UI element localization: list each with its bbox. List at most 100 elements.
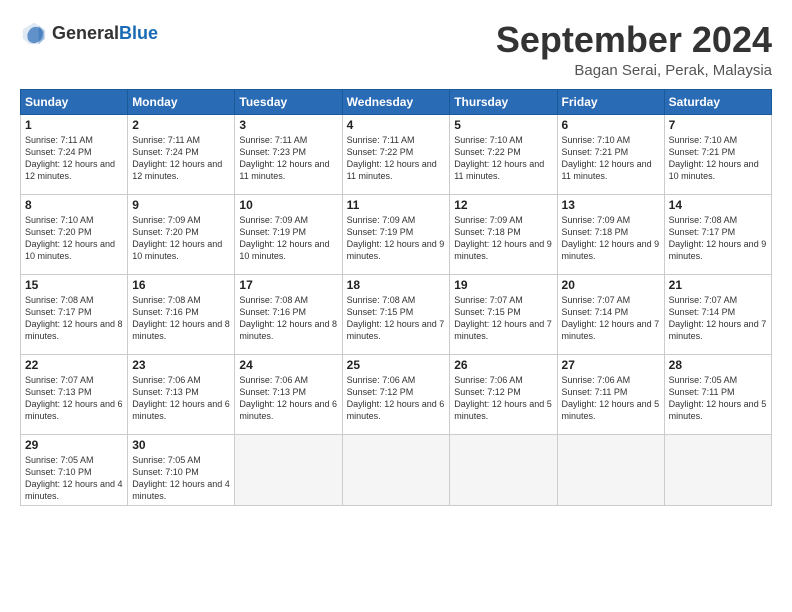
day-number: 13: [562, 198, 660, 212]
table-row: [342, 434, 450, 506]
sunset-text: Sunset: 7:23 PM: [239, 147, 306, 157]
calendar-header-row: Sunday Monday Tuesday Wednesday Thursday…: [21, 89, 772, 114]
sunrise-text: Sunrise: 7:11 AM: [239, 135, 307, 145]
logo-blue: Blue: [119, 24, 158, 44]
page: GeneralBlue September 2024 Bagan Serai, …: [0, 0, 792, 516]
sunset-text: Sunset: 7:10 PM: [25, 467, 92, 477]
day-number: 11: [347, 198, 446, 212]
table-row: 22 Sunrise: 7:07 AMSunset: 7:13 PMDayligh…: [21, 354, 128, 434]
day-info: Sunrise: 7:11 AM Sunset: 7:23 PM Daylight:…: [239, 134, 337, 183]
day-info: Sunrise: 7:11 AM Sunset: 7:24 PM Daylight:…: [132, 134, 230, 183]
day-info: Sunrise: 7:11 AMSunset: 7:24 PMDaylight:…: [25, 134, 123, 183]
sunset-text: Sunset: 7:14 PM: [669, 307, 736, 317]
table-row: 23Sunrise: 7:06 AMSunset: 7:13 PMDayligh…: [128, 354, 235, 434]
sunset-text: Sunset: 7:24 PM: [132, 147, 199, 157]
sunrise-text: Sunrise: 7:06 AM: [239, 375, 308, 385]
table-row: 8Sunrise: 7:10 AMSunset: 7:20 PMDaylight…: [21, 194, 128, 274]
sunrise-text: Sunrise: 7:10 AM: [25, 215, 94, 225]
sunset-text: Sunset: 7:22 PM: [454, 147, 521, 157]
day-number: 17: [239, 278, 337, 292]
sunrise-text: Sunrise: 7:06 AM: [454, 375, 523, 385]
table-row: 1Sunrise: 7:11 AMSunset: 7:24 PMDaylight…: [21, 114, 128, 194]
table-row: 16Sunrise: 7:08 AMSunset: 7:16 PMDayligh…: [128, 274, 235, 354]
col-friday: Friday: [557, 89, 664, 114]
day-number: 26: [454, 358, 552, 372]
sunset-text: Sunset: 7:11 PM: [562, 387, 628, 397]
daylight-text: Daylight: 12 hours and 10 minutes.: [239, 239, 329, 261]
daylight-text: Daylight: 12 hours and 11 minutes.: [239, 159, 329, 181]
day-number: 30: [132, 438, 230, 452]
daylight-text: Daylight: 12 hours and 10 minutes.: [132, 239, 222, 261]
day-info: Sunrise: 7:09 AMSunset: 7:18 PMDaylight:…: [562, 214, 660, 263]
sunrise-text: Sunrise: 7:10 AM: [562, 135, 631, 145]
table-row: 2Sunrise: 7:11 AMSunset: 7:24 PMDaylight…: [128, 114, 235, 194]
table-row: 3 Sunrise: 7:11 AM Sunset: 7:23 PM Daylight…: [235, 114, 342, 194]
sunrise-text: Sunrise: 7:08 AM: [669, 215, 738, 225]
daylight-text: Daylight: 12 hours and 10 minutes.: [25, 239, 115, 261]
daylight-text: Daylight: 12 hours and 11 minutes.: [562, 159, 652, 181]
sunset-text: Sunset: 7:18 PM: [562, 227, 629, 237]
daylight-text: Daylight: 12 hours and 10 minutes.: [669, 159, 759, 181]
col-sunday: Sunday: [21, 89, 128, 114]
day-info: Sunrise: 7:06 AMSunset: 7:12 PMDaylight:…: [347, 374, 446, 423]
logo: GeneralBlue: [20, 20, 158, 48]
table-row: 7Sunrise: 7:10 AMSunset: 7:21 PMDaylight…: [664, 114, 771, 194]
table-row: 10Sunrise: 7:09 AMSunset: 7:19 PMDayligh…: [235, 194, 342, 274]
month-title: September 2024: [496, 20, 772, 60]
sunset-text: Sunset: 7:16 PM: [239, 307, 306, 317]
day-info: Sunrise: 7:08 AMSunset: 7:17 PMDaylight:…: [669, 214, 767, 263]
table-row: 28Sunrise: 7:05 AMSunset: 7:11 PMDayligh…: [664, 354, 771, 434]
calendar-week-row: 29Sunrise: 7:05 AMSunset: 7:10 PMDayligh…: [21, 434, 772, 506]
sunrise-text: Sunrise: 7:09 AM: [454, 215, 523, 225]
sunrise-text: Sunrise: 7:07 AM: [454, 295, 523, 305]
day-info: Sunrise: 7:07 AMSunset: 7:14 PMDaylight:…: [562, 294, 660, 343]
table-row: 9Sunrise: 7:09 AMSunset: 7:20 PMDaylight…: [128, 194, 235, 274]
table-row: 6Sunrise: 7:10 AMSunset: 7:21 PMDaylight…: [557, 114, 664, 194]
day-info: Sunrise: 7:08 AMSunset: 7:15 PMDaylight:…: [347, 294, 446, 343]
sunset-text: Sunset: 7:10 PM: [132, 467, 199, 477]
day-info: Sunrise: 7:09 AMSunset: 7:19 PMDaylight:…: [239, 214, 337, 263]
daylight-text: Daylight: 12 hours and 8 minutes.: [239, 319, 337, 341]
sunrise-text: Sunrise: 7:06 AM: [562, 375, 631, 385]
sunset-text: Sunset: 7:12 PM: [454, 387, 521, 397]
daylight-text: Daylight: 12 hours and 6 minutes.: [132, 399, 230, 421]
daylight-text: Daylight: 12 hours and 5 minutes.: [669, 399, 767, 421]
day-number: 12: [454, 198, 552, 212]
table-row: 26Sunrise: 7:06 AMSunset: 7:12 PMDayligh…: [450, 354, 557, 434]
day-info: Sunrise: 7:11 AMSunset: 7:22 PMDaylight:…: [347, 134, 446, 183]
calendar-week-row: 15Sunrise: 7:08 AMSunset: 7:17 PMDayligh…: [21, 274, 772, 354]
day-info: Sunrise: 7:07 AMSunset: 7:13 PMDaylight:…: [25, 374, 123, 423]
day-number: 9: [132, 198, 230, 212]
daylight-text: Daylight: 12 hours and 12 minutes.: [25, 159, 115, 181]
location: Bagan Serai, Perak, Malaysia: [496, 62, 772, 79]
calendar-week-row: 8Sunrise: 7:10 AMSunset: 7:20 PMDaylight…: [21, 194, 772, 274]
col-thursday: Thursday: [450, 89, 557, 114]
sunset-text: Sunset: 7:17 PM: [25, 307, 92, 317]
day-info: Sunrise: 7:06 AMSunset: 7:12 PMDaylight:…: [454, 374, 552, 423]
calendar-table: Sunday Monday Tuesday Wednesday Thursday…: [20, 89, 772, 507]
day-info: Sunrise: 7:06 AMSunset: 7:13 PMDaylight:…: [239, 374, 337, 423]
table-row: 12Sunrise: 7:09 AMSunset: 7:18 PMDayligh…: [450, 194, 557, 274]
sunset-text: Sunset: 7:11 PM: [669, 387, 735, 397]
sunrise-text: Sunrise: 7:11 AM: [132, 135, 200, 145]
day-info: Sunrise: 7:10 AMSunset: 7:20 PMDaylight:…: [25, 214, 123, 263]
day-number: 24: [239, 358, 337, 372]
daylight-text: Daylight: 12 hours and 6 minutes.: [347, 399, 445, 421]
table-row: [664, 434, 771, 506]
daylight-text: Daylight: 12 hours and 9 minutes.: [454, 239, 552, 261]
daylight-text: Daylight: 12 hours and 4 minutes.: [25, 479, 123, 501]
table-row: 14Sunrise: 7:08 AMSunset: 7:17 PMDayligh…: [664, 194, 771, 274]
daylight-text: Daylight: 12 hours and 9 minutes.: [669, 239, 767, 261]
day-number: 16: [132, 278, 230, 292]
day-number: 3: [239, 118, 337, 132]
daylight-text: Daylight: 12 hours and 12 minutes.: [132, 159, 222, 181]
sunset-text: Sunset: 7:13 PM: [25, 387, 92, 397]
day-info: Sunrise: 7:05 AMSunset: 7:11 PMDaylight:…: [669, 374, 767, 423]
daylight-text: Daylight: 12 hours and 8 minutes.: [132, 319, 230, 341]
daylight-text: Daylight: 12 hours and 11 minutes.: [347, 159, 437, 181]
day-info: Sunrise: 7:10 AMSunset: 7:21 PMDaylight:…: [562, 134, 660, 183]
day-number: 23: [132, 358, 230, 372]
day-info: Sunrise: 7:08 AMSunset: 7:17 PMDaylight:…: [25, 294, 123, 343]
day-number: 22: [25, 358, 123, 372]
sunrise-text: Sunrise: 7:08 AM: [347, 295, 416, 305]
